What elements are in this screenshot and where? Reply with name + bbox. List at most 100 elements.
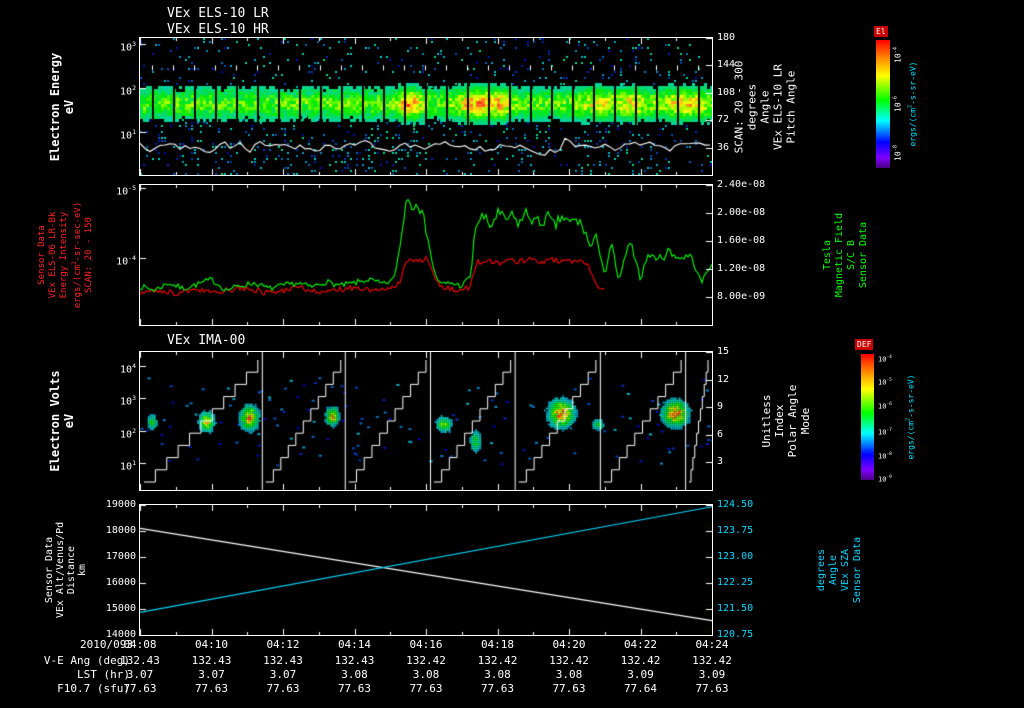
table-value: 3.09 (698, 668, 726, 681)
mag-right-tick-label: 2.00e-08 (717, 207, 766, 218)
mag-right-tick-label: 1.20e-08 (717, 263, 766, 274)
aux-left-axis-title-line: km (77, 563, 88, 577)
els-right-axis-title: SCAN: 20 - 300 degrees Angle VEx ELS-10 LR P… (733, 60, 798, 153)
aux-left-axis-title: Sensor Data VEx Alt/Venus/Pd Distance km (44, 522, 88, 618)
mag-right-axis-title-line: S/C B (846, 239, 857, 271)
time-tick-label: 04:22 (623, 638, 658, 651)
aux-left-tick-label: 19000 (105, 499, 136, 510)
els-spectrogram-panel (139, 37, 713, 176)
ima-left-axis-title-line: eV (62, 413, 76, 429)
table-value: 3.08 (555, 668, 583, 681)
table-value: 3.09 (627, 668, 654, 681)
els-colorbar-tick-label: 10-6 (892, 96, 903, 112)
els-colorbar-tick-label: 10-4 (892, 47, 903, 63)
ima-colorbar-gradient (861, 354, 874, 480)
aux-left-axis-title-line: VEx Alt/Venus/Pd (55, 521, 66, 619)
els-colorbar-tick-label-line: 10-8 (892, 144, 903, 161)
els-title-line2: VEx ELS-10 HR (167, 22, 269, 37)
aux-right-axis-title-line: Sensor Data (852, 536, 863, 604)
aux-left-tick-label: 15000 (105, 603, 136, 614)
ima-colorbar-tick-label: 10-7 (878, 427, 892, 436)
time-tick-label: 04:24 (695, 638, 729, 651)
ima-left-axis-title: Electron Volts eV (48, 370, 76, 471)
ima-left-tick-label: 103 (120, 394, 136, 408)
aux-right-tick-label: 123.75 (717, 525, 754, 536)
aux-right-tick-label: 122.25 (717, 577, 754, 588)
table-value: 77.63 (337, 682, 372, 695)
table-value: 77.63 (194, 682, 229, 695)
ima-spectrogram-canvas (140, 352, 712, 490)
table-value: 132.43 (334, 654, 375, 667)
mag-right-axis-title-line: Sensor Data (858, 221, 869, 289)
els-right-axis-title-line: Pitch Angle (784, 70, 798, 143)
ima-right-tick-label: 3 (717, 456, 724, 468)
time-tick-label: 04:12 (266, 638, 300, 651)
mag-left-axis-title-line: Energy Intensity (59, 211, 69, 299)
time-tick-label: 04:14 (337, 638, 372, 651)
mag-left-tick-label: 10-5 (116, 183, 136, 198)
els-colorbar-tick-label: 10-8 (892, 145, 903, 161)
ima-left-axis-title-line: Electron Volts (48, 370, 62, 472)
ima-right-axis-title-line: Index (773, 404, 786, 438)
ima-right-axis-title: Unitless Index Polar Angle Mode (760, 385, 812, 458)
aux-right-tick-label: 124.50 (717, 499, 754, 510)
els-right-axis-title-line: Angle (758, 89, 772, 124)
table-value: 3.07 (198, 668, 225, 681)
els-right-axis-title-line: VEx ELS-10 LR (771, 63, 785, 150)
time-tick-label: 04:16 (409, 638, 443, 651)
table-value: 3.08 (341, 668, 368, 681)
ima-colorbar-tick-label: 10-5 (878, 378, 892, 387)
table-row-label: LST (hr) (77, 668, 130, 681)
ima-right-axis-title-line: Mode (799, 407, 812, 435)
time-tick-label: 04:10 (194, 638, 229, 651)
table-row-label: V-E Ang (deg) (43, 654, 130, 667)
els-right-tick-label: 180 (717, 32, 736, 43)
els-colorbar-tick-label-line: 10-4 (892, 47, 903, 64)
table-value: 77.63 (480, 682, 515, 695)
aux-left-tick-label: 16000 (105, 577, 136, 588)
ima-colorbar (861, 354, 874, 480)
magnetic-field-canvas (140, 185, 712, 325)
aux-left-tick-label: 17000 (105, 551, 136, 562)
mag-left-tick-label: 10-4 (116, 253, 136, 268)
els-left-axis-title-line: Electron Energy (48, 52, 62, 161)
ima-colorbar-unit: ergs/(cm2-s-sr-eV) (905, 374, 916, 459)
ima-colorbar-unit-line: ergs/(cm2-s-sr-eV) (905, 374, 916, 460)
els-colorbar-unit-line: ergs/(cm2-s-sr-eV) (907, 61, 918, 147)
table-value: 3.08 (412, 668, 440, 681)
ima-right-tick-label: 9 (717, 401, 724, 413)
table-value: 132.42 (692, 654, 732, 667)
els-right-axis-title-line: SCAN: 20 - 300 (732, 60, 746, 153)
aux-left-axis-title-line: Sensor Data (44, 536, 55, 604)
els-left-axis-title: Electron Energy eV (48, 52, 76, 160)
mag-right-axis-title: Tesla Magnetic Field S/C B Sensor Data (822, 213, 870, 297)
ima-right-axis-title-line: Polar Angle (786, 384, 799, 458)
els-right-tick-label: 72 (717, 114, 730, 126)
els-left-tick-label: 103 (120, 40, 136, 54)
els-spectrogram-canvas (140, 38, 712, 175)
magnetic-field-panel (139, 184, 713, 326)
table-value: 77.63 (409, 682, 443, 695)
mag-right-axis-title-line: Magnetic Field (834, 212, 845, 298)
ima-right-axis-title-line: Unitless (760, 394, 773, 448)
table-value: 77.64 (623, 682, 658, 695)
time-tick-label: 04:18 (480, 638, 515, 651)
ima-left-tick-label: 101 (120, 459, 136, 473)
mag-left-axis-title-line: SCAN: 20 - 150 (84, 217, 94, 293)
ima-colorbar-tick-label: 10-8 (878, 451, 892, 460)
els-right-axis-title-line: degrees (745, 83, 759, 130)
table-value: 77.63 (123, 682, 157, 695)
els-left-tick-label: 101 (120, 127, 136, 142)
aux-right-tick-label: 123.00 (717, 551, 754, 562)
time-tick-label: 04:08 (123, 638, 157, 651)
ima-right-tick-label: 12 (717, 373, 730, 385)
time-tick-label: 04:20 (552, 638, 586, 651)
aux-right-axis-title-line: VEx SZA (840, 548, 851, 592)
els-colorbar-tick-label-line: 10-6 (892, 96, 903, 112)
table-row-label: F10.7 (sfu) (57, 682, 130, 695)
ima-colorbar-tag: DEF (855, 339, 874, 350)
table-value: 132.42 (549, 654, 589, 667)
table-value: 132.43 (191, 654, 232, 667)
table-value: 77.63 (266, 682, 300, 695)
mag-right-tick-label: 1.60e-08 (717, 235, 766, 246)
